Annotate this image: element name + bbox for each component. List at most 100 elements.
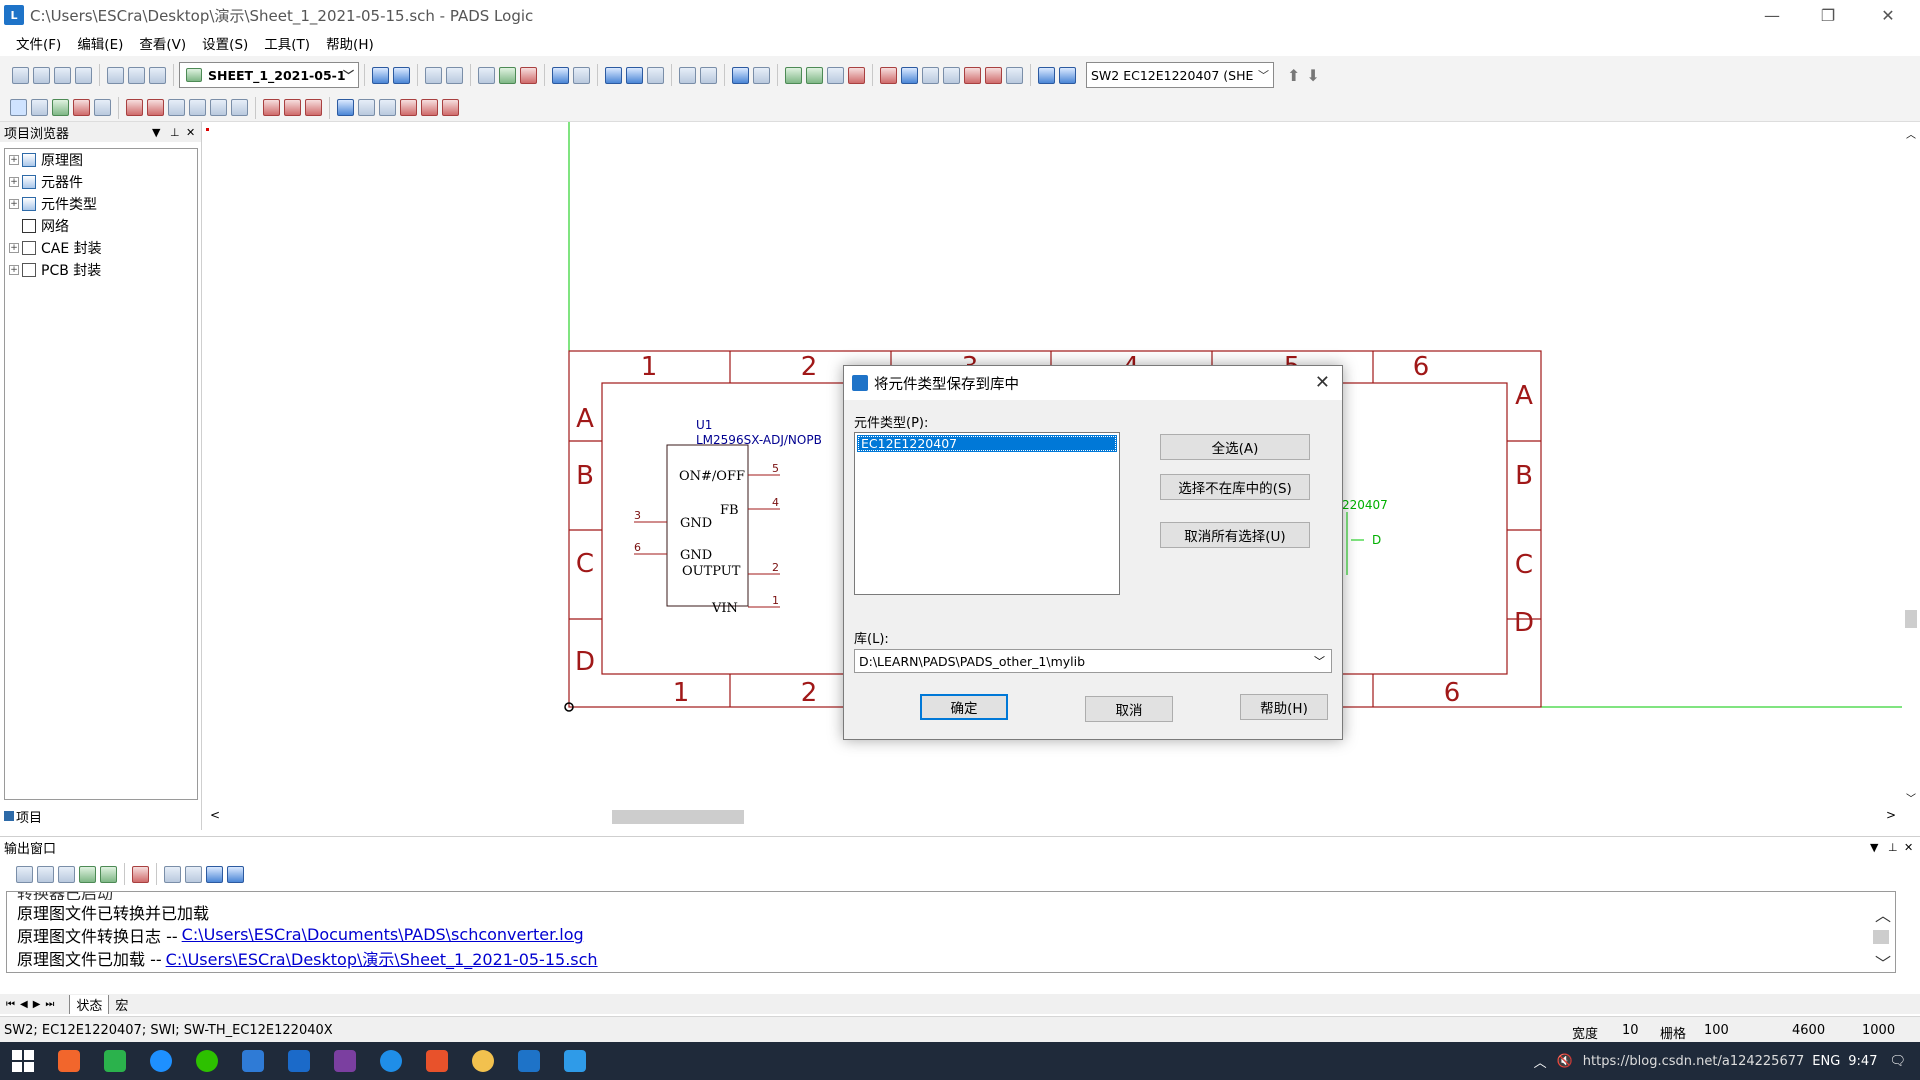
close-button[interactable]: ✕ [1860,0,1916,30]
edge-icon[interactable] [150,1050,172,1072]
sheet-select[interactable]: SHEET_1_2021-05-1 ﹀ [179,62,359,88]
output-scroll-thumb[interactable] [1873,930,1889,944]
edit-icon[interactable] [206,865,223,883]
app-icon[interactable] [380,1050,402,1072]
panel-menu-icon[interactable]: ▼ [152,126,160,139]
expand-icon[interactable]: + [9,265,19,275]
back-annotate-icon[interactable] [573,66,590,84]
arrow-down-icon[interactable]: ⬇ [1306,66,1319,85]
select-mode-icon[interactable] [393,66,410,84]
stop-icon[interactable] [58,865,75,883]
panel-close-icon[interactable]: ✕ [1904,841,1913,854]
app-icon[interactable] [288,1050,310,1072]
app-icon[interactable] [58,1050,80,1072]
decal-editor-icon[interactable] [700,66,717,84]
horizontal-scroll-thumb[interactable] [612,810,744,824]
panel-close-icon[interactable]: ✕ [186,126,195,139]
expand-icon[interactable]: + [9,199,19,209]
drag-icon[interactable] [52,99,69,116]
app-icon[interactable] [242,1050,264,1072]
output-file-link[interactable]: C:\Users\ESCra\Desktop\演示\Sheet_1_2021-0… [166,946,598,970]
tree-item-pcb-decals[interactable]: + PCB 封装 [5,259,197,281]
tree-item-cae-decals[interactable]: + CAE 封装 [5,237,197,259]
print-icon[interactable] [164,865,181,883]
library-select[interactable]: D:\LEARN\PADS\PADS_other_1\mylib ﹀ [854,649,1332,673]
part-select[interactable]: SW2 EC12E1220407 (SHE ﹀ [1086,62,1274,88]
pin-icon[interactable]: ⊥ [1888,841,1898,854]
help-button[interactable]: 帮助(H) [1240,694,1328,720]
swap-icon[interactable] [189,99,206,116]
forward-annotate-icon[interactable] [552,66,569,84]
flip-x-icon[interactable] [147,99,164,116]
connect-icon[interactable] [337,99,354,116]
horizontal-scrollbar[interactable]: < > [206,806,1902,828]
scroll-up-icon[interactable]: ︿ [1906,126,1916,141]
properties-icon[interactable] [94,99,111,116]
library-icon[interactable] [647,66,664,84]
move-icon[interactable] [31,99,48,116]
pin-icon[interactable]: ⊥ [170,126,180,139]
part-type-list[interactable]: EC12E1220407 [854,432,1120,595]
add-bus-icon[interactable] [827,66,844,84]
menu-view[interactable]: 查看(V) [131,33,194,53]
tab-nav-arrows[interactable]: ⏮◀▶⏭ [6,999,59,1010]
restore-button[interactable]: ❐ [1800,0,1856,30]
print-icon[interactable] [75,66,92,84]
split-icon[interactable] [284,99,301,116]
copy-icon[interactable] [128,66,145,84]
tab-macro[interactable]: 宏 [109,995,134,1014]
app-icon[interactable] [104,1050,126,1072]
clear-icon[interactable] [132,865,149,883]
swap-pin-icon[interactable] [210,99,227,116]
select-filter-icon[interactable] [372,66,389,84]
deselect-all-button[interactable]: 取消所有选择(U) [1160,522,1310,548]
expand-icon[interactable]: + [9,243,19,253]
output-log-link[interactable]: C:\Users\ESCra\Documents\PADS\schconvert… [182,925,584,944]
add-corner-icon[interactable] [263,99,280,116]
scroll-down-icon[interactable]: ﹀ [1875,950,1891,972]
menu-help[interactable]: 帮助(H) [318,33,382,53]
part-editor-icon[interactable] [679,66,696,84]
text-box-icon[interactable] [1006,66,1023,84]
power-icon[interactable] [901,66,918,84]
select-all-button[interactable]: 全选(A) [1160,434,1310,460]
app-icon[interactable] [472,1050,494,1072]
menu-setup[interactable]: 设置(S) [194,33,256,53]
refresh-icon[interactable] [79,865,96,883]
flip-y-icon[interactable] [168,99,185,116]
scroll-right-icon[interactable]: > [1886,808,1896,822]
add-part-icon[interactable] [785,66,802,84]
highlight-icon[interactable] [421,99,438,116]
redo-icon[interactable] [446,66,463,84]
back-icon[interactable] [16,865,33,883]
add-connection-icon[interactable] [806,66,823,84]
delete-icon[interactable] [73,99,90,116]
cancel-button[interactable]: 取消 [1085,696,1173,722]
tree-item-part-types[interactable]: + 元件类型 [5,193,197,215]
list-item[interactable]: EC12E1220407 [857,435,1117,452]
tab-project[interactable]: 项目 [4,806,42,826]
ok-button[interactable]: 确定 [920,694,1008,720]
save-icon[interactable] [54,66,71,84]
volume-icon[interactable]: 🔇 [1557,1054,1573,1069]
undo-icon[interactable] [425,66,442,84]
paste-icon[interactable] [149,66,166,84]
lock-icon[interactable] [400,99,417,116]
input-language[interactable]: ENG [1812,1054,1840,1069]
tab-status[interactable]: 状态 [69,994,110,1014]
scroll-left-icon[interactable]: < [210,808,220,822]
pointer-icon[interactable] [10,99,27,116]
select-not-in-library-button[interactable]: 选择不在库中的(S) [1160,474,1310,500]
scroll-down-icon[interactable]: ﹀ [1906,790,1916,805]
redraw-icon[interactable] [520,66,537,84]
vertical-scroll-thumb[interactable] [1905,610,1917,628]
notification-icon[interactable]: 🗨 [1889,1054,1906,1069]
drafting-icon[interactable] [1038,66,1055,84]
scroll-up-icon[interactable]: ︿ [1875,902,1891,926]
pcb-link-icon[interactable] [605,66,622,84]
home-icon[interactable] [100,865,117,883]
app-icon[interactable] [426,1050,448,1072]
bus-entry-icon[interactable] [358,99,375,116]
query-icon[interactable] [753,66,770,84]
cut-icon[interactable] [107,66,124,84]
